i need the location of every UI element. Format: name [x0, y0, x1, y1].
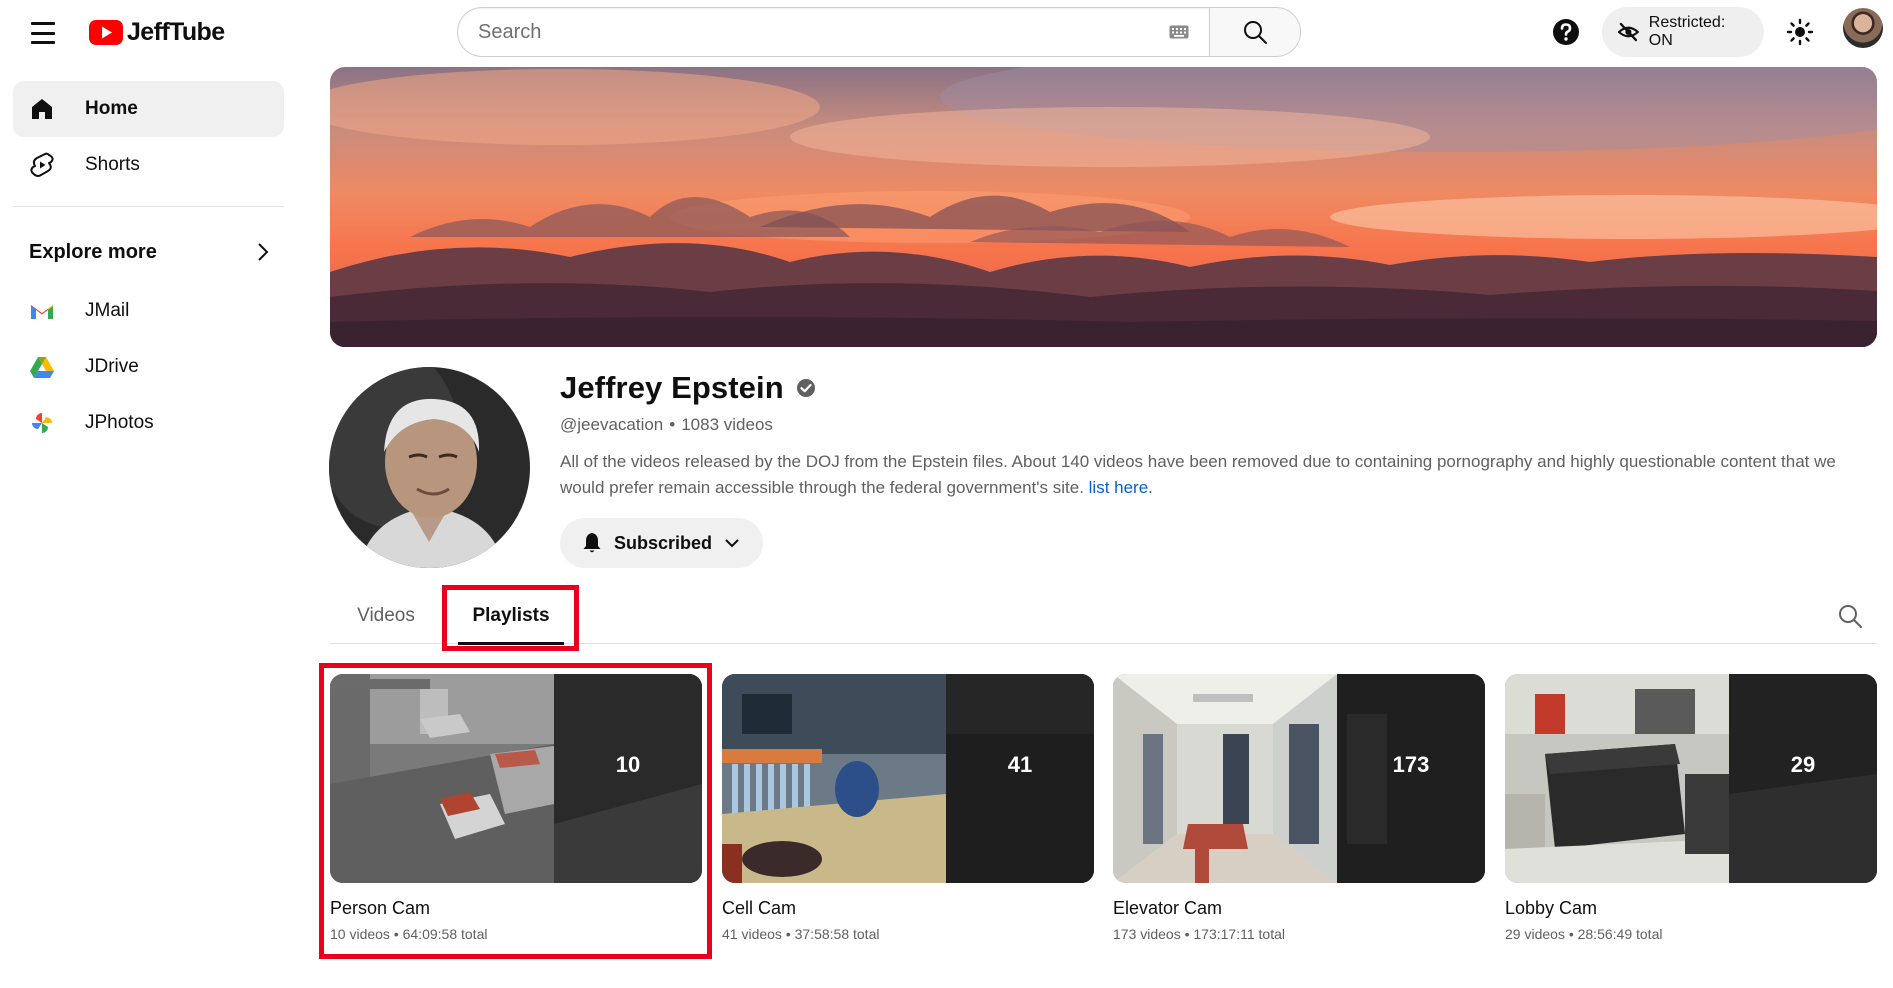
- help-icon[interactable]: [1552, 18, 1580, 46]
- jphotos-icon: [29, 410, 55, 436]
- elevator-camera-thumbnail: [1113, 674, 1337, 883]
- playlist-meta: 10 videos • 64:09:58 total: [330, 926, 488, 942]
- cell-camera-thumbnail: [330, 674, 554, 883]
- sidebar-item-label: Shorts: [85, 154, 140, 175]
- playlist-video-count: 10: [615, 752, 641, 777]
- playlist-side-panel: [946, 674, 1094, 883]
- channel-avatar[interactable]: [329, 367, 530, 568]
- tab-search-icon[interactable]: [1837, 603, 1863, 629]
- playlist-card-cell-cam[interactable]: 41 Cell Cam 41 videos • 37:58:58 total: [722, 674, 1094, 942]
- eye-off-icon: [1618, 22, 1639, 42]
- tab-videos[interactable]: Videos: [330, 588, 442, 644]
- keyboard-icon[interactable]: [1169, 25, 1189, 39]
- channel-video-count: 1083 videos: [681, 415, 773, 434]
- restricted-label: Restricted: ON: [1648, 14, 1726, 49]
- search-button[interactable]: [1209, 7, 1301, 57]
- channel-title: Jeffrey Epstein: [560, 370, 816, 406]
- hamburger-menu-icon[interactable]: [26, 18, 60, 48]
- playlist-title[interactable]: Person Cam: [330, 898, 702, 919]
- top-bar: JeffTube Search Restricted: ON: [0, 0, 1893, 66]
- search-bar: [457, 7, 1301, 57]
- tab-playlists[interactable]: Playlists: [446, 588, 576, 645]
- sidebar-item-jphotos[interactable]: JPhotos: [13, 395, 284, 451]
- playlist-video-count: 29: [1790, 752, 1816, 777]
- sidebar-item-label: Home: [85, 98, 138, 119]
- sidebar-item-jmail[interactable]: JMail: [13, 283, 284, 339]
- sidebar-item-label: JPhotos: [85, 412, 154, 433]
- sunset-banner-image: [330, 67, 1877, 347]
- search-icon: [1244, 21, 1267, 44]
- subscribed-button[interactable]: Subscribed: [560, 518, 763, 568]
- search-input[interactable]: [478, 20, 1169, 44]
- bell-icon: [583, 533, 601, 553]
- playlist-card-elevator-cam[interactable]: 173 Elevator Cam 173 videos • 173:17:11 …: [1113, 674, 1485, 942]
- channel-meta: @jeevacation • 1083 videos: [560, 415, 773, 435]
- playlist-side-image: [1729, 674, 1877, 883]
- playlist-side-image: [1337, 674, 1485, 883]
- playlist-side-panel: [1337, 674, 1485, 883]
- playlist-title[interactable]: Cell Cam: [722, 898, 1094, 919]
- sidebar-divider: [13, 206, 284, 207]
- sidebar-item-label: JMail: [85, 300, 130, 321]
- jmail-icon: [29, 298, 55, 324]
- channel-description-text: All of the videos released by the DOJ fr…: [560, 452, 1836, 497]
- channel-name: Jeffrey Epstein: [560, 370, 784, 405]
- playlist-meta: 173 videos • 173:17:11 total: [1113, 926, 1285, 942]
- playlist-video-count: 173: [1392, 752, 1430, 777]
- playlist-card-person-cam[interactable]: 10 Person Cam 10 videos • 64:09:58 total: [330, 674, 702, 942]
- chevron-right-icon: [258, 243, 269, 261]
- sidebar-item-label: JDrive: [85, 356, 139, 377]
- theme-sun-icon[interactable]: [1786, 18, 1814, 46]
- search-field: [457, 7, 1209, 57]
- user-avatar[interactable]: [1843, 8, 1883, 48]
- playlist-side-image: [946, 674, 1094, 883]
- jdrive-icon: [29, 354, 55, 380]
- list-here-link[interactable]: list here.: [1089, 478, 1153, 497]
- verified-check-icon: [796, 379, 815, 397]
- lobby-camera-thumbnail: [1505, 674, 1729, 883]
- playlist-title[interactable]: Lobby Cam: [1505, 898, 1877, 919]
- playlist-thumbnail[interactable]: 41: [722, 674, 1094, 883]
- channel-banner: [330, 67, 1877, 347]
- playlist-card-lobby-cam[interactable]: 29 Lobby Cam 29 videos • 28:56:49 total: [1505, 674, 1877, 942]
- playlist-side-image: [554, 674, 702, 883]
- explore-more-label: Explore more: [29, 240, 157, 263]
- cell-camera-thumbnail: [722, 674, 946, 883]
- playlist-thumbnail[interactable]: 10: [330, 674, 702, 883]
- channel-description: All of the videos released by the DOJ fr…: [560, 449, 1860, 501]
- playlist-side-panel: [1729, 674, 1877, 883]
- play-logo-icon: [89, 20, 123, 45]
- meta-separator: •: [669, 415, 676, 434]
- sidebar-item-home[interactable]: Home: [13, 81, 284, 137]
- sidebar: Home Shorts Explore more JMail JDrive JP…: [0, 66, 300, 988]
- jefftube-logo[interactable]: JeffTube: [89, 18, 225, 47]
- channel-handle: @jeevacation: [560, 415, 664, 434]
- playlist-video-count: 41: [1007, 752, 1033, 777]
- home-icon: [29, 96, 55, 122]
- playlist-meta: 41 videos • 37:58:58 total: [722, 926, 880, 942]
- playlist-title[interactable]: Elevator Cam: [1113, 898, 1485, 919]
- restricted-mode-toggle[interactable]: Restricted: ON: [1602, 7, 1764, 57]
- playlist-side-panel: [554, 674, 702, 883]
- subscribed-label: Subscribed: [614, 532, 713, 553]
- explore-more-header[interactable]: Explore more: [13, 224, 284, 280]
- app-name: JeffTube: [127, 18, 225, 46]
- playlist-meta: 29 videos • 28:56:49 total: [1505, 926, 1663, 942]
- shorts-icon: [29, 152, 55, 178]
- playlist-thumbnail[interactable]: 173: [1113, 674, 1485, 883]
- sidebar-item-jdrive[interactable]: JDrive: [13, 339, 284, 395]
- playlist-thumbnail[interactable]: 29: [1505, 674, 1877, 883]
- chevron-down-icon: [725, 539, 739, 548]
- sidebar-item-shorts[interactable]: Shorts: [13, 137, 284, 193]
- channel-tabs: Videos Playlists: [330, 588, 1877, 645]
- channel-avatar-photo: [329, 367, 530, 568]
